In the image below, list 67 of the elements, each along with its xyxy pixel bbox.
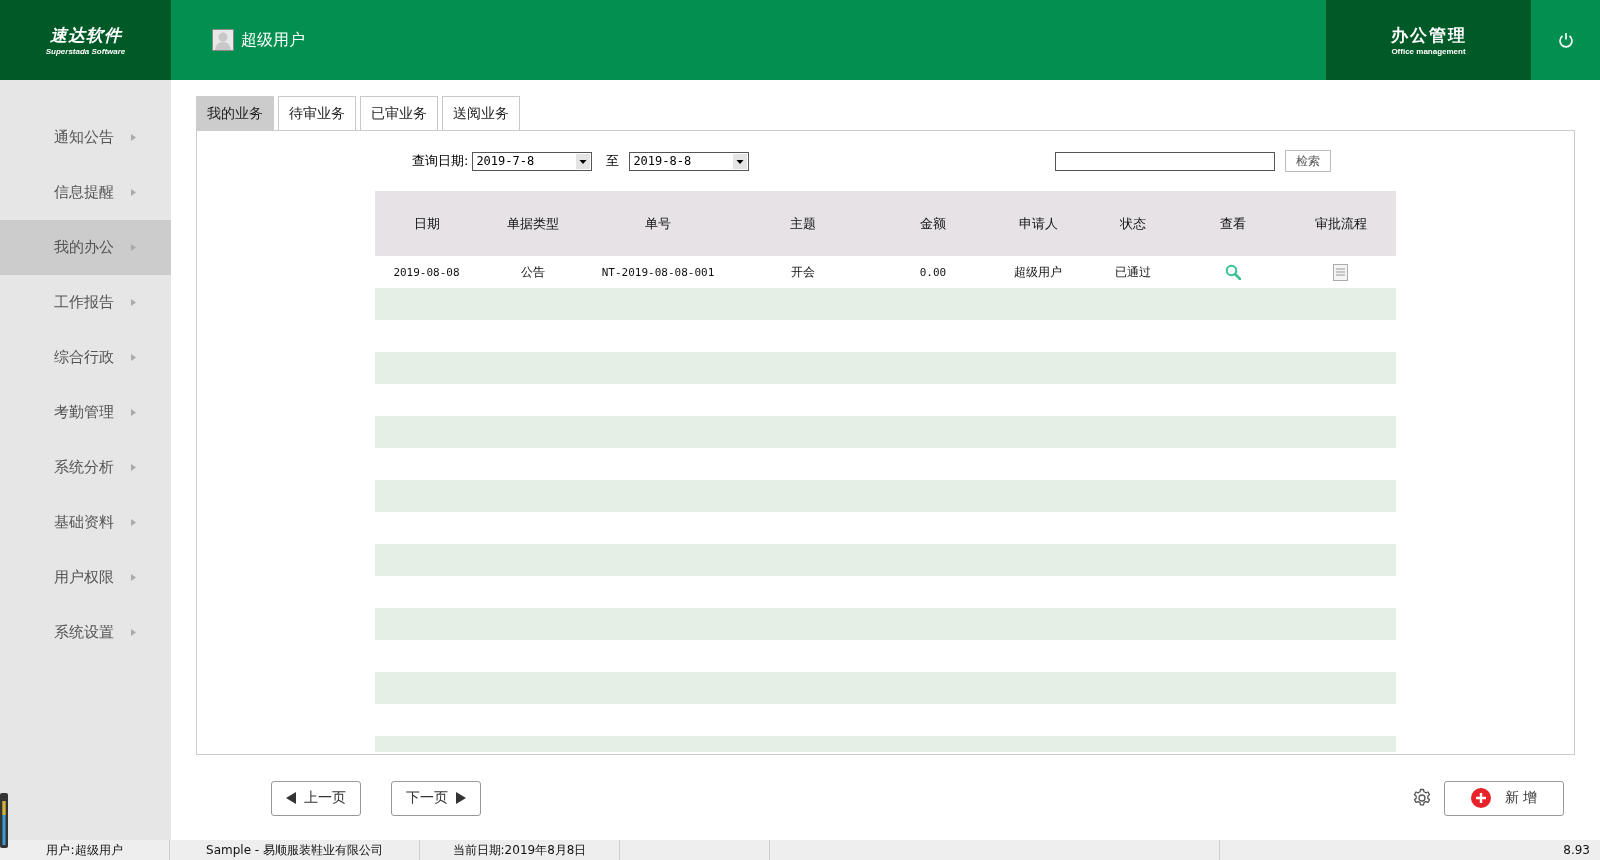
- to-label: 至: [606, 152, 620, 170]
- table-cell-text: 开会: [789, 263, 816, 281]
- plus-icon: [1470, 788, 1491, 808]
- user-name: 超级用户: [241, 29, 305, 51]
- triangle-icon: [131, 299, 136, 306]
- sidebar-item[interactable]: 考勤管理: [0, 385, 171, 440]
- sidebar-item[interactable]: 通知公告: [0, 110, 171, 165]
- column-header: 状态: [1119, 214, 1147, 233]
- add-button[interactable]: 新 增: [1444, 780, 1564, 816]
- logo-subtitle: Superstada Software: [45, 47, 126, 56]
- sidebar-item[interactable]: 信息提醒: [0, 165, 171, 220]
- column-header: 查看: [1218, 214, 1247, 233]
- right-triangle-icon: [456, 792, 466, 804]
- table-cell-text: 公告: [519, 263, 546, 281]
- column-header: 日期: [412, 214, 441, 233]
- logo-text: 速达软件: [49, 24, 122, 47]
- triangle-icon: [131, 629, 136, 636]
- level-meter-icon: [0, 793, 8, 848]
- sidebar-item[interactable]: 综合行政: [0, 330, 171, 385]
- column-header: 主题: [788, 214, 817, 233]
- tab[interactable]: 待审业务: [278, 96, 356, 130]
- table-cell-text: NT-2019-08-08-001: [600, 265, 716, 279]
- avatar-icon: [212, 29, 234, 51]
- triangle-icon: [131, 519, 136, 526]
- column-header: 审批流程: [1313, 214, 1368, 233]
- triangle-icon: [131, 134, 136, 141]
- previous-page-button[interactable]: 上一页: [271, 780, 361, 816]
- settings-icon[interactable]: [1412, 788, 1432, 808]
- power-icon[interactable]: [1557, 32, 1574, 48]
- sidebar-item[interactable]: 工作报告: [0, 275, 171, 330]
- column-header: 申请人: [1017, 214, 1059, 233]
- module-subtitle: Office management: [1391, 47, 1466, 56]
- sidebar-item[interactable]: 系统设置: [0, 605, 171, 660]
- status-text: 当前日期:2019年8月8日: [452, 841, 587, 859]
- date-label: 查询日期:: [412, 152, 469, 170]
- triangle-icon: [131, 574, 136, 581]
- triangle-icon: [131, 409, 136, 416]
- document-icon[interactable]: [1333, 263, 1348, 281]
- triangle-icon: [131, 464, 136, 471]
- triangle-icon: [131, 189, 136, 196]
- status-text: 用户:超级用户: [46, 841, 123, 859]
- table-cell-text: 0.00: [918, 265, 948, 279]
- column-header: 金额: [919, 214, 947, 233]
- column-header: 单据类型: [505, 214, 560, 233]
- search-field[interactable]: [1055, 151, 1275, 171]
- table-cell-text: 2019-08-08: [392, 265, 461, 279]
- search-icon[interactable]: [1224, 264, 1241, 280]
- left-triangle-icon: [286, 792, 296, 804]
- status-text: Sample - 易顺服装鞋业有限公司: [206, 841, 383, 859]
- table-cell-text: 已通过: [1114, 263, 1152, 281]
- sidebar-item[interactable]: 我的办公: [0, 220, 171, 275]
- triangle-icon: [131, 354, 136, 361]
- tab[interactable]: 已审业务: [360, 96, 438, 130]
- module-title: 办公管理: [1390, 24, 1467, 47]
- date-dropdown[interactable]: 2019-8-8: [629, 151, 750, 171]
- triangle-icon: [131, 244, 136, 251]
- status-text: 8.93: [1563, 843, 1590, 857]
- sidebar-item[interactable]: 用户权限: [0, 550, 171, 605]
- search-button[interactable]: 检索: [1285, 150, 1331, 172]
- sidebar-item[interactable]: 系统分析: [0, 440, 171, 495]
- tab[interactable]: 送阅业务: [442, 96, 520, 130]
- tab[interactable]: 我的业务: [196, 96, 274, 130]
- sidebar-item[interactable]: 基础资料: [0, 495, 171, 550]
- table-cell-text: 超级用户: [1013, 263, 1063, 281]
- column-header: 单号: [644, 214, 672, 233]
- date-dropdown[interactable]: 2019-7-8: [472, 151, 593, 171]
- next-page-button[interactable]: 下一页: [391, 780, 481, 816]
